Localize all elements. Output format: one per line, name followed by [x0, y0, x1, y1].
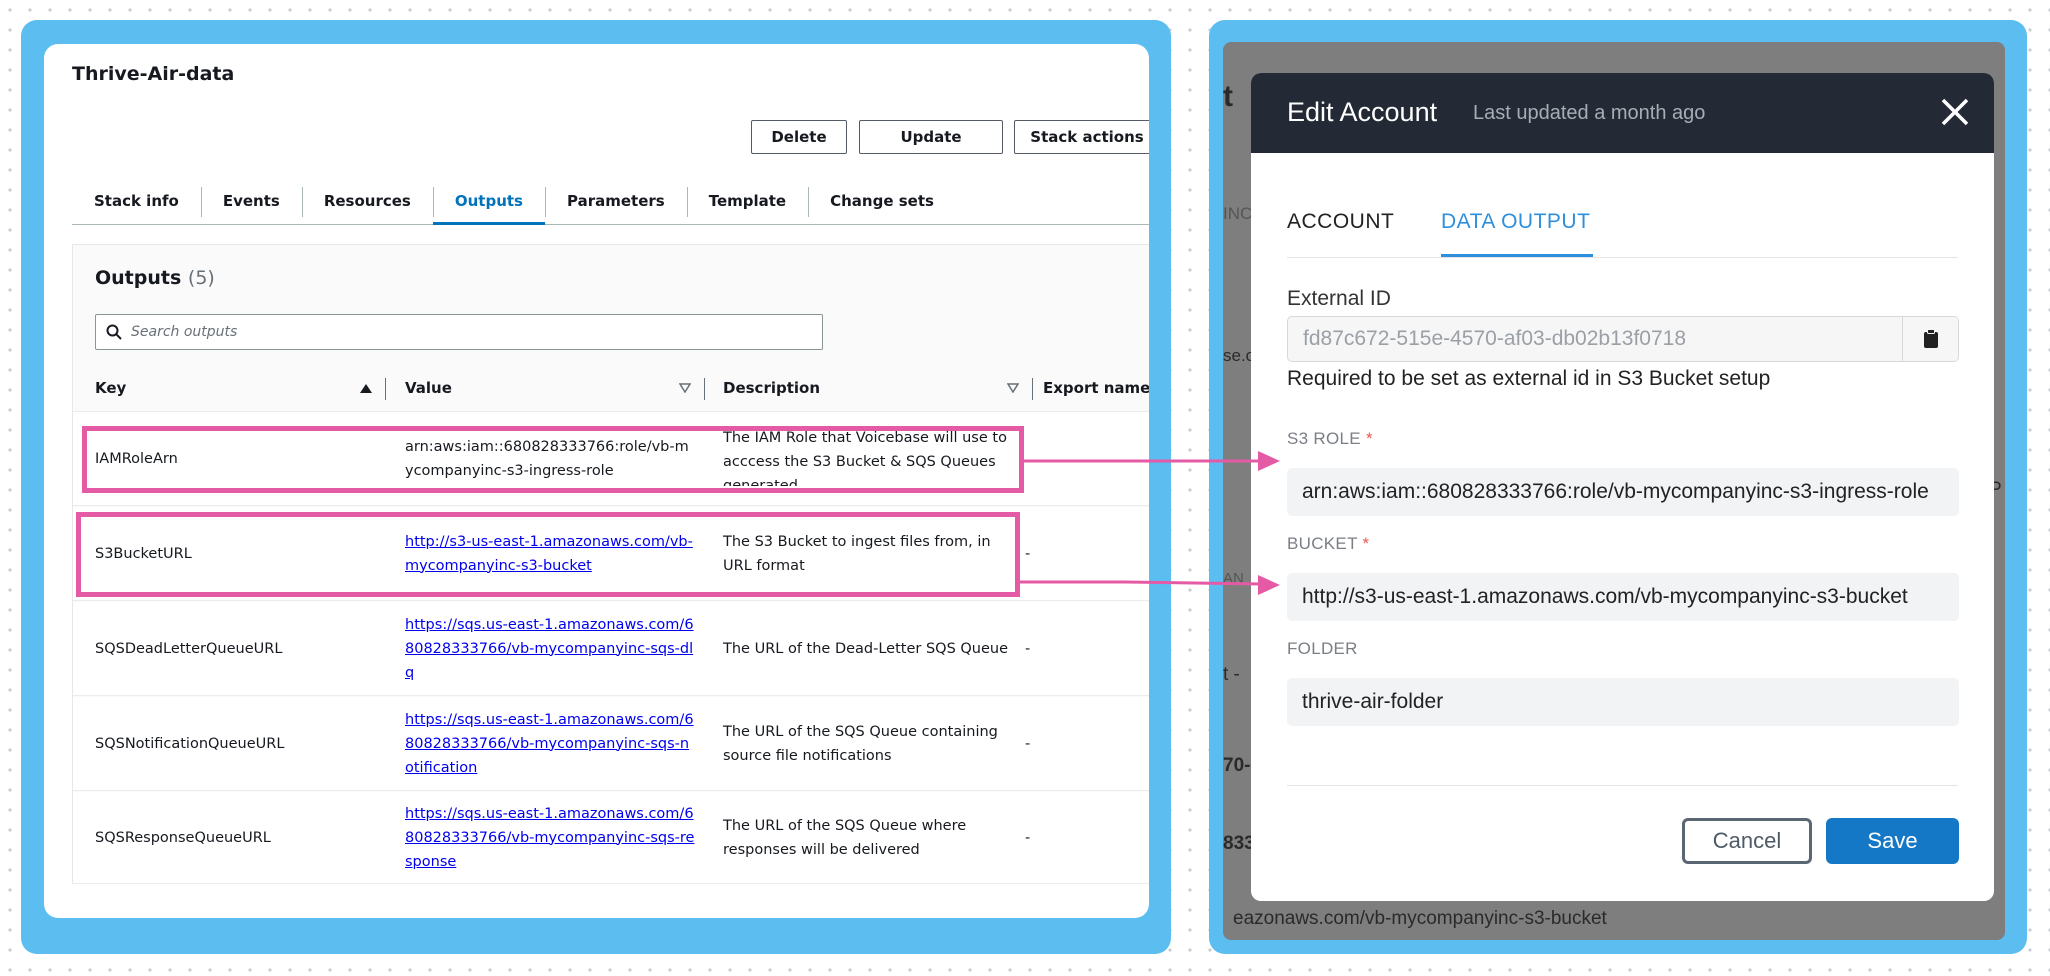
arrow-to-s3-role — [1024, 451, 1280, 471]
annotation-arrows — [1020, 451, 1280, 595]
arrow-to-bucket — [1020, 575, 1280, 595]
